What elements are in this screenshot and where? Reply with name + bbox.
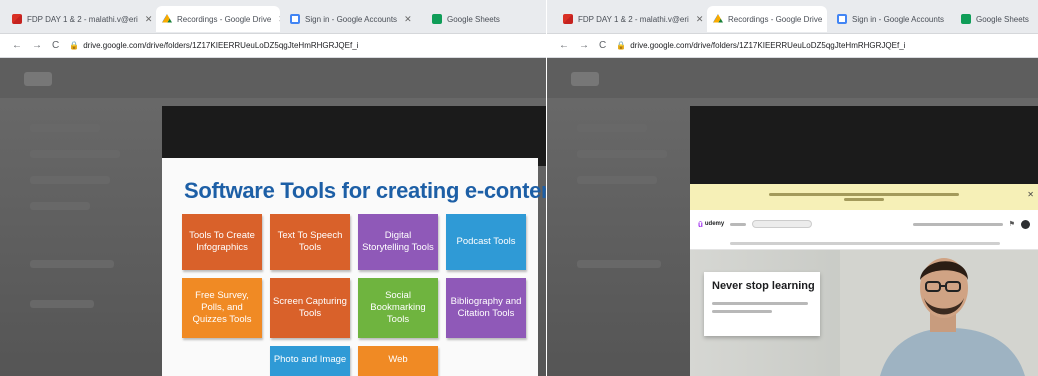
address-bar: ← → C 🔒 drive.google.com/drive/folders/1… (547, 34, 1038, 58)
drive-header (0, 58, 546, 98)
lock-icon: 🔒 (69, 41, 80, 50)
category-bar (690, 238, 1038, 250)
close-icon: ✕ (1027, 190, 1034, 199)
nav-links (912, 222, 1003, 226)
tab-gmail[interactable]: FDP DAY 1 & 2 - malathi.v@eri ✕ (6, 6, 156, 32)
udemy-screen: ✕ û udemy ⚑ Never stop learning (690, 184, 1038, 376)
drive-logo (571, 72, 599, 86)
gmail-icon (563, 14, 573, 24)
tile-web: Web (358, 346, 438, 376)
sidebar-item (577, 260, 661, 268)
sidebar-item (30, 300, 94, 308)
sidebar-item (30, 202, 90, 210)
search-input (752, 220, 813, 228)
cart-icon: ⚑ (1008, 221, 1015, 228)
url-field[interactable]: 🔒 drive.google.com/drive/folders/1Z17KIE… (69, 41, 358, 50)
tab-title: Google Sheets (447, 14, 500, 24)
tab-gmail[interactable]: FDP DAY 1 & 2 - malathi.v@eri ✕ (557, 6, 707, 32)
drive-logo (24, 72, 52, 86)
back-icon[interactable]: ← (12, 40, 22, 51)
tile-infographics: Tools To Create Infographics (182, 214, 262, 270)
hero-subtext (712, 302, 808, 305)
tile-bibliography: Bibliography and Citation Tools (446, 278, 526, 338)
lock-icon: 🔒 (616, 41, 627, 50)
hero-section: Never stop learning (690, 250, 1038, 376)
left-browser-window: FDP DAY 1 & 2 - malathi.v@eri ✕ Recordin… (0, 0, 546, 376)
close-icon[interactable]: ✕ (696, 14, 704, 25)
sidebar-item (30, 124, 100, 132)
tab-title: Recordings - Google Drive (177, 14, 272, 24)
tab-sheets[interactable]: Google Sheets (955, 6, 1037, 32)
tab-bar: FDP DAY 1 & 2 - malathi.v@eri ✕ Recordin… (0, 0, 546, 34)
tile-digital-storytelling: Digital Storytelling Tools (358, 214, 438, 270)
gmail-icon (12, 14, 22, 24)
drive-icon (713, 14, 723, 23)
avatar (1021, 219, 1030, 229)
close-icon[interactable]: ✕ (404, 14, 412, 25)
tab-title: Sign in - Google Accounts (305, 14, 398, 24)
slide-title: Software Tools for creating e-contents (184, 178, 546, 203)
hero-subtext (712, 310, 772, 313)
tab-signin[interactable]: Sign in - Google Accounts ✕ (831, 6, 951, 32)
sidebar-item (577, 150, 667, 158)
tile-screen-capturing: Screen Capturing Tools (270, 278, 350, 338)
tab-drive[interactable]: Recordings - Google Drive ✕ (707, 6, 827, 32)
tile-text-to-speech: Text To Speech Tools (270, 214, 350, 270)
tile-social-bookmarking: Social Bookmarking Tools (358, 278, 438, 338)
forward-icon[interactable]: → (579, 40, 589, 51)
udemy-logo-icon: û (698, 219, 703, 229)
tile-photo-image: Photo and Image (270, 346, 350, 376)
url-text: drive.google.com/drive/folders/1Z17KIEER… (630, 41, 906, 50)
back-icon[interactable]: ← (559, 40, 569, 51)
tab-title: FDP DAY 1 & 2 - malathi.v@eri (578, 14, 689, 24)
presentation-slide: Software Tools for creating e-contents T… (162, 158, 546, 376)
tab-bar: FDP DAY 1 & 2 - malathi.v@eri ✕ Recordin… (547, 0, 1038, 34)
tab-title: Recordings - Google Drive (728, 14, 823, 24)
reload-icon[interactable]: C (599, 40, 606, 51)
hero-card: Never stop learning (704, 272, 820, 336)
udemy-logo: û udemy (698, 220, 724, 229)
forward-icon[interactable]: → (32, 40, 42, 51)
tile-podcast: Podcast Tools (446, 214, 526, 270)
video-player[interactable] (162, 106, 546, 166)
tab-title: FDP DAY 1 & 2 - malathi.v@eri (27, 14, 138, 24)
url-text: drive.google.com/drive/folders/1Z17KIEER… (83, 41, 359, 50)
reload-icon[interactable]: C (52, 40, 59, 51)
sidebar-item (577, 176, 657, 184)
tab-drive[interactable]: Recordings - Google Drive ✕ (156, 6, 280, 32)
sidebar-item (577, 124, 647, 132)
drive-header (547, 58, 1038, 98)
sidebar-item (30, 150, 120, 158)
tile-survey-polls: Free Survey, Polls, and Quizzes Tools (182, 278, 262, 338)
tab-signin[interactable]: Sign in - Google Accounts ✕ (284, 6, 422, 32)
address-bar: ← → C 🔒 drive.google.com/drive/folders/1… (0, 34, 546, 58)
sidebar-item (30, 260, 114, 268)
hero-title: Never stop learning (712, 280, 815, 292)
hero-person-image (840, 250, 1038, 376)
google-icon (837, 14, 847, 24)
udemy-nav: û udemy ⚑ (690, 210, 1038, 238)
tab-title: Google Sheets (976, 14, 1029, 24)
udemy-logo-text: udemy (704, 221, 725, 227)
sheets-icon (961, 14, 971, 24)
url-field[interactable]: 🔒 drive.google.com/drive/folders/1Z17KIE… (616, 41, 905, 50)
promo-banner (690, 184, 1038, 210)
sidebar-item (30, 176, 110, 184)
nav-item (730, 222, 747, 226)
tab-title: Sign in - Google Accounts (852, 14, 945, 24)
video-player[interactable] (690, 106, 1038, 184)
drive-icon (162, 14, 172, 23)
tab-sheets[interactable]: Google Sheets (426, 6, 542, 32)
sheets-icon (432, 14, 442, 24)
close-icon[interactable]: ✕ (145, 14, 153, 25)
google-icon (290, 14, 300, 24)
close-icon[interactable]: ✕ (278, 14, 280, 25)
